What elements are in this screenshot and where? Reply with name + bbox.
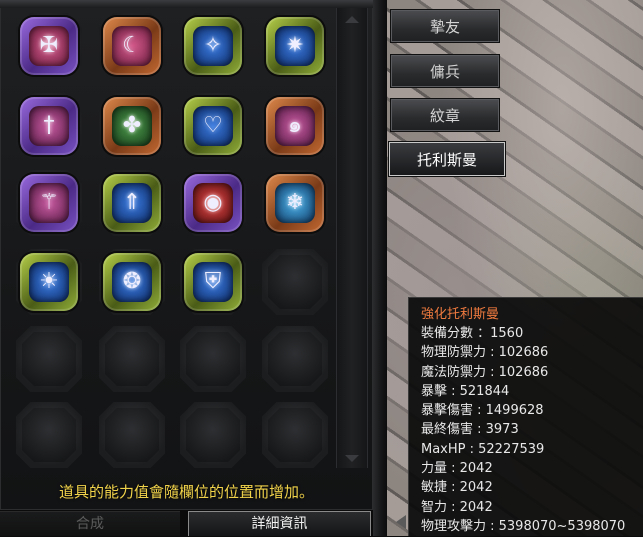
tooltip-stat: MaxHP : 52227539 (421, 441, 545, 457)
spiral-icon: ๑ (288, 113, 302, 138)
talisman-item-face: ✤ (112, 106, 152, 146)
tooltip-stat: 暴擊 : 521844 (421, 383, 510, 399)
talisman-item-face: ◉ (193, 183, 233, 223)
up-arrow-orbit-icon: ⇑ (122, 190, 142, 215)
talisman-item-face: ⚚ (29, 183, 69, 223)
talisman-item[interactable]: ☾ (103, 17, 161, 75)
tab-detail-info[interactable]: 詳細資訊 (188, 511, 371, 536)
crescent-gear-icon: ☾ (122, 33, 142, 58)
talisman-item-face: ☾ (112, 26, 152, 66)
talisman-item-face: ❄ (275, 183, 315, 223)
clover-cross-icon: ✤ (122, 113, 142, 138)
panel-divider (373, 0, 387, 536)
talisman-item[interactable]: † (20, 97, 78, 155)
side-button-friends[interactable]: 摯友 (391, 10, 499, 42)
tooltip-stat: 智力 : 2042 (421, 499, 493, 515)
scroll-up-icon[interactable] (345, 16, 359, 23)
shield-emblem-icon: ⛨ (204, 269, 222, 294)
talisman-item[interactable]: ๑ (266, 97, 324, 155)
item-tooltip: 強化托利斯曼 裝備分數 ：1560 物理防禦力 : 102686 魔法防禦力 :… (408, 297, 643, 536)
talisman-item-face: ✠ (29, 26, 69, 66)
talisman-item[interactable]: ✧ (184, 17, 242, 75)
empty-slot[interactable] (99, 402, 165, 468)
snowflake-star-icon: ✷ (285, 33, 305, 58)
talisman-item[interactable]: ◉ (184, 174, 242, 232)
talisman-item[interactable]: ❂ (103, 253, 161, 311)
talisman-item-face: ♡ (193, 106, 233, 146)
tab-combine[interactable]: 合成 (0, 511, 180, 536)
sun-bulb-icon: ☀ (39, 269, 59, 294)
talisman-item-face: ✧ (193, 26, 233, 66)
scrollbar[interactable] (336, 8, 368, 468)
heart-icon: ♡ (203, 113, 223, 138)
talisman-item[interactable]: ⇑ (103, 174, 161, 232)
talisman-item-face: ⛨ (193, 262, 233, 302)
tooltip-stat: 最終傷害 : 3973 (421, 422, 519, 438)
tooltip-stat: 魔法防禦力 : 102686 (421, 364, 549, 380)
tooltip-stat: 物理攻擊力 : 5398070~5398070 (421, 518, 626, 534)
tooltip-stat: 力量 : 2042 (421, 461, 493, 477)
talisman-item-face: ☀ (29, 262, 69, 302)
snowflake-icon: ❄ (285, 190, 305, 215)
tooltip-stat: 物理防禦力 : 102686 (421, 345, 549, 361)
map-pin-icon: ◉ (203, 190, 223, 215)
empty-slot[interactable] (16, 402, 82, 468)
empty-slot[interactable] (262, 326, 328, 392)
figure-star-icon: ✧ (203, 33, 223, 58)
talisman-item[interactable]: ✤ (103, 97, 161, 155)
sword-emblem-icon: † (43, 113, 55, 138)
talisman-item[interactable]: ☀ (20, 253, 78, 311)
talisman-item[interactable]: ❄ (266, 174, 324, 232)
cross-shield-icon: ✠ (39, 33, 59, 58)
talisman-panel: ✠ ☾ ✧ ✷ † ✤ ♡ ๑ ⚚ ⇑ ◉ ❄ ☀ ❂ ⛨ 道具的能力值會隨欄位的位置而增加。 (0, 0, 373, 510)
panel-top-border (0, 0, 373, 8)
talisman-item-face: ❂ (112, 262, 152, 302)
scroll-down-icon[interactable] (345, 455, 359, 462)
tooltip-pointer-icon (396, 515, 406, 529)
wave-spiral-icon: ❂ (122, 269, 142, 294)
empty-slot[interactable] (262, 249, 328, 315)
empty-slot[interactable] (262, 402, 328, 468)
talisman-item-face: ⇑ (112, 183, 152, 223)
empty-slot[interactable] (16, 326, 82, 392)
talisman-item-face: † (29, 106, 69, 146)
talisman-item[interactable]: ⛨ (184, 253, 242, 311)
tooltip-stat: 暴擊傷害 : 1499628 (421, 403, 544, 419)
talisman-item[interactable]: ✷ (266, 17, 324, 75)
talisman-item-face: ๑ (275, 106, 315, 146)
side-button-emblem[interactable]: 紋章 (391, 99, 499, 131)
talisman-item[interactable]: ✠ (20, 17, 78, 75)
trident-icon: ⚚ (39, 190, 59, 215)
side-button-mercenary[interactable]: 傭兵 (391, 55, 499, 87)
tooltip-stat: 裝備分數 ：1560 (421, 326, 524, 341)
talisman-item-face: ✷ (275, 26, 315, 66)
empty-slot[interactable] (180, 326, 246, 392)
talisman-item[interactable]: ♡ (184, 97, 242, 155)
empty-slot[interactable] (99, 326, 165, 392)
talisman-item[interactable]: ⚚ (20, 174, 78, 232)
empty-slot[interactable] (180, 402, 246, 468)
tooltip-stat: 敏捷 : 2042 (421, 480, 493, 496)
slot-bonus-notice: 道具的能力值會隨欄位的位置而增加。 (58, 483, 314, 501)
side-button-talisman[interactable]: 托利斯曼 (389, 142, 505, 176)
tooltip-title: 強化托利斯曼 (421, 307, 500, 322)
